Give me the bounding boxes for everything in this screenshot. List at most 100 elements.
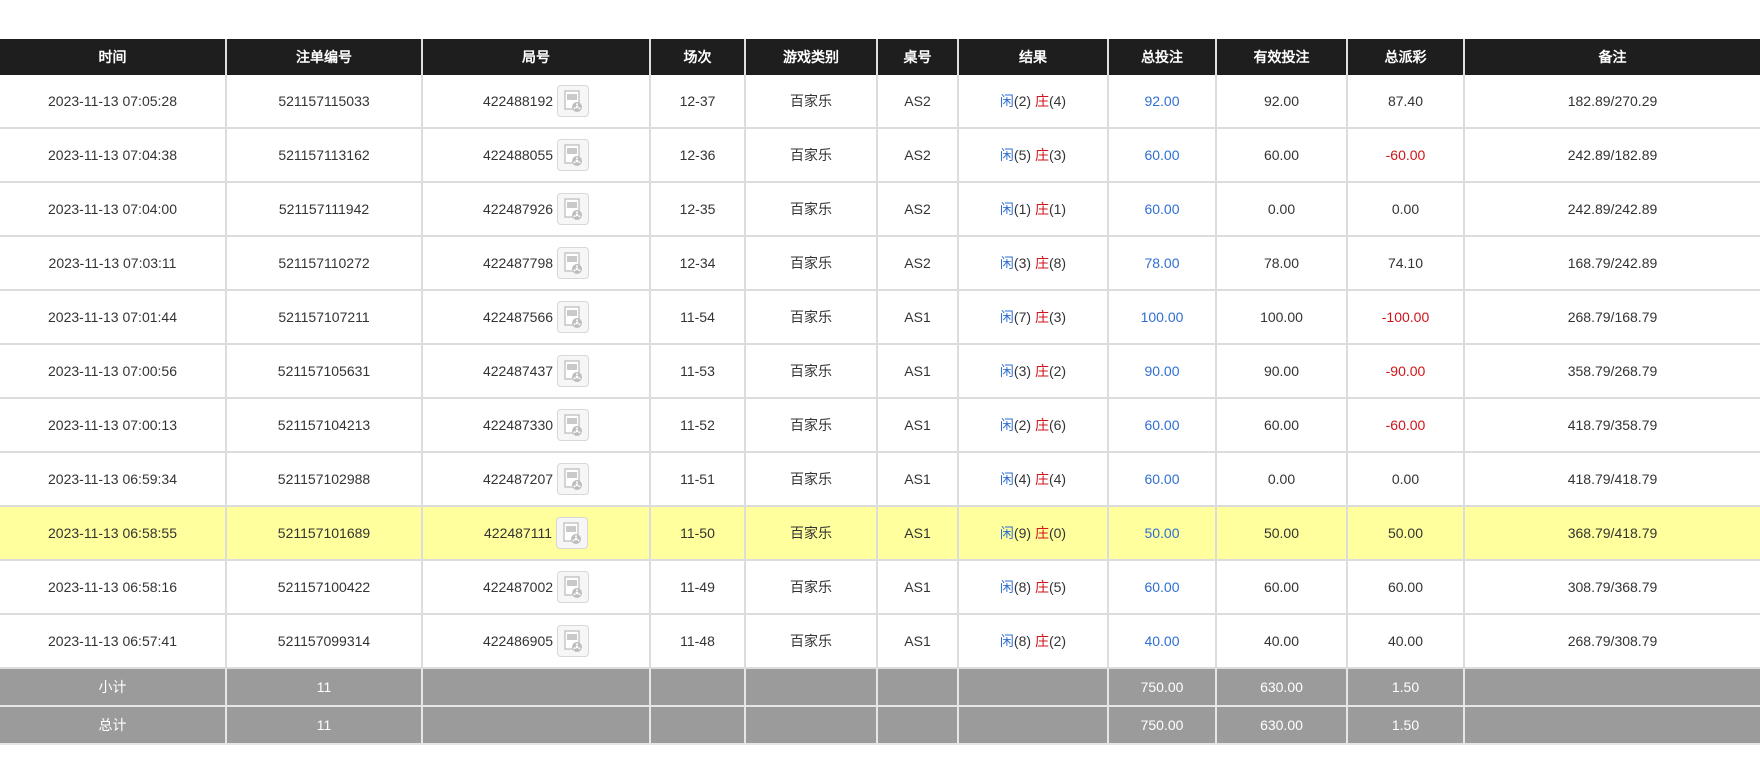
player-label: 闲 xyxy=(999,633,1014,649)
cell-bet-id: 521157107211 xyxy=(225,290,422,345)
cell-game-type: 百家乐 xyxy=(744,75,877,129)
round-number: 422487926 xyxy=(482,201,554,217)
video-replay-icon[interactable] xyxy=(557,463,590,495)
player-value: (7) xyxy=(1013,309,1032,325)
banker-value: (5) xyxy=(1048,579,1067,595)
cell-valid-bet: 60.00 xyxy=(1215,128,1347,183)
total-row: 总计 11 750.00 630.00 1.50 xyxy=(0,706,1760,745)
table-body: 2023-11-13 07:05:28 521157115033 422488192… xyxy=(0,75,1760,669)
cell-time: 2023-11-13 07:00:56 xyxy=(0,344,226,399)
cell-session: 11-50 xyxy=(649,506,745,561)
cell-game-type: 百家乐 xyxy=(744,182,877,237)
cell-round: 422486905 xyxy=(421,614,650,669)
player-label: 闲 xyxy=(999,417,1014,433)
cell-note: 268.79/308.79 xyxy=(1463,614,1760,669)
video-replay-icon[interactable] xyxy=(557,247,590,279)
subtotal-row: 小计 11 750.00 630.00 1.50 xyxy=(0,668,1760,707)
cell-result: 闲(2) 庄(6) xyxy=(957,398,1108,453)
cell-total-bet: 60.00 xyxy=(1107,182,1216,237)
table-header-row: 时间 注单编号 局号 场次 游戏类别 桌号 结果 总投注 有效投注 总派彩 备注 xyxy=(0,39,1760,75)
cell-time: 2023-11-13 06:57:41 xyxy=(0,614,226,669)
subtotal-count: 11 xyxy=(225,668,422,707)
cell-table: AS1 xyxy=(876,452,958,507)
cell-payout: 74.10 xyxy=(1346,236,1464,291)
cell-payout: 50.00 xyxy=(1346,506,1464,561)
player-label: 闲 xyxy=(999,147,1014,163)
cell-result: 闲(2) 庄(4) xyxy=(957,75,1108,129)
round-number: 422488192 xyxy=(482,93,554,109)
cell-bet-id: 521157104213 xyxy=(225,398,422,453)
cell-valid-bet: 78.00 xyxy=(1215,236,1347,291)
banker-label: 庄 xyxy=(1034,255,1049,271)
cell-payout: -90.00 xyxy=(1346,344,1464,399)
video-replay-icon[interactable] xyxy=(557,571,590,603)
cell-total-bet: 92.00 xyxy=(1107,75,1216,129)
player-value: (3) xyxy=(1013,363,1032,379)
subtotal-valid-bet: 630.00 xyxy=(1215,668,1347,707)
table-row: 2023-11-13 06:57:41 521157099314 422486905… xyxy=(0,614,1760,669)
cell-result: 闲(9) 庄(0) xyxy=(957,506,1108,561)
cell-total-bet: 78.00 xyxy=(1107,236,1216,291)
cell-bet-id: 521157105631 xyxy=(225,344,422,399)
table-row: 2023-11-13 07:04:00 521157111942 422487926… xyxy=(0,182,1760,237)
video-replay-icon[interactable] xyxy=(557,355,590,387)
cell-total-bet: 50.00 xyxy=(1107,506,1216,561)
cell-bet-id: 521157101689 xyxy=(225,506,422,561)
banker-value: (0) xyxy=(1048,525,1067,541)
header-bet-id: 注单编号 xyxy=(225,39,422,75)
player-label: 闲 xyxy=(999,201,1014,217)
cell-table: AS1 xyxy=(876,560,958,615)
cell-result: 闲(8) 庄(2) xyxy=(957,614,1108,669)
cell-time: 2023-11-13 06:59:34 xyxy=(0,452,226,507)
video-replay-icon[interactable] xyxy=(557,193,590,225)
header-valid-bet: 有效投注 xyxy=(1215,39,1347,75)
header-game-type: 游戏类别 xyxy=(744,39,877,75)
banker-label: 庄 xyxy=(1034,633,1049,649)
banker-label: 庄 xyxy=(1034,525,1049,541)
cell-note: 368.79/418.79 xyxy=(1463,506,1760,561)
video-replay-icon[interactable] xyxy=(557,85,590,117)
cell-session: 11-53 xyxy=(649,344,745,399)
cell-time: 2023-11-13 07:04:38 xyxy=(0,128,226,183)
cell-bet-id: 521157113162 xyxy=(225,128,422,183)
banker-value: (3) xyxy=(1048,147,1067,163)
cell-payout: 87.40 xyxy=(1346,75,1464,129)
banker-label: 庄 xyxy=(1034,579,1049,595)
cell-note: 168.79/242.89 xyxy=(1463,236,1760,291)
cell-total-bet: 90.00 xyxy=(1107,344,1216,399)
banker-value: (2) xyxy=(1048,363,1067,379)
cell-round: 422487002 xyxy=(421,560,650,615)
cell-payout: -60.00 xyxy=(1346,398,1464,453)
cell-note: 182.89/270.29 xyxy=(1463,75,1760,129)
cell-time: 2023-11-13 07:04:00 xyxy=(0,182,226,237)
total-total-bet: 750.00 xyxy=(1107,706,1216,745)
player-value: (8) xyxy=(1013,633,1032,649)
cell-time: 2023-11-13 07:05:28 xyxy=(0,75,226,129)
cell-game-type: 百家乐 xyxy=(744,614,877,669)
cell-result: 闲(7) 庄(3) xyxy=(957,290,1108,345)
video-replay-icon[interactable] xyxy=(557,409,590,441)
cell-payout: -60.00 xyxy=(1346,128,1464,183)
table-row: 2023-11-13 07:00:56 521157105631 422487437… xyxy=(0,344,1760,399)
cell-bet-id: 521157111942 xyxy=(225,182,422,237)
player-value: (1) xyxy=(1013,201,1032,217)
cell-bet-id: 521157099314 xyxy=(225,614,422,669)
video-replay-icon[interactable] xyxy=(557,139,590,171)
cell-time: 2023-11-13 07:03:11 xyxy=(0,236,226,291)
round-number: 422487437 xyxy=(482,363,554,379)
cell-round: 422487566 xyxy=(421,290,650,345)
header-total-bet: 总投注 xyxy=(1107,39,1216,75)
banker-value: (2) xyxy=(1048,633,1067,649)
video-replay-icon[interactable] xyxy=(556,517,588,549)
cell-valid-bet: 90.00 xyxy=(1215,344,1347,399)
video-replay-icon[interactable] xyxy=(557,301,590,333)
round-number: 422487207 xyxy=(482,471,554,487)
video-replay-icon[interactable] xyxy=(557,625,590,657)
cell-table: AS2 xyxy=(876,75,958,129)
cell-round: 422487111 xyxy=(421,506,650,561)
banker-value: (8) xyxy=(1048,255,1067,271)
cell-game-type: 百家乐 xyxy=(744,290,877,345)
cell-valid-bet: 40.00 xyxy=(1215,614,1347,669)
table-row: 2023-11-13 06:59:34 521157102988 422487207… xyxy=(0,452,1760,507)
cell-bet-id: 521157115033 xyxy=(225,75,422,129)
